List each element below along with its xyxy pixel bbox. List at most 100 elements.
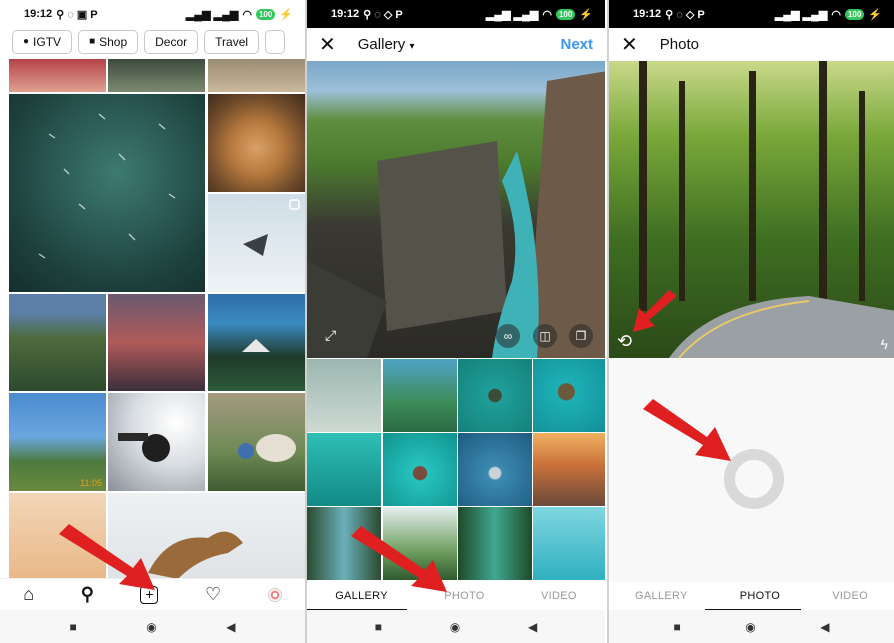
back-button[interactable]: ◀: [820, 620, 829, 634]
charging-icon: ⚡: [279, 8, 293, 21]
switch-camera-icon[interactable]: ⟲: [617, 331, 632, 352]
explore-post[interactable]: [9, 59, 106, 92]
recents-button[interactable]: ■: [375, 620, 382, 634]
home-button[interactable]: ◉: [745, 620, 755, 634]
shutter-button[interactable]: [724, 449, 784, 509]
gallery-header: ✕ Gallery ▾ Next: [307, 28, 605, 61]
explore-post[interactable]: [108, 59, 205, 92]
photo-screen: 19:12 ⚲ ◌ ◇ P ▂▄▆ ▂▄▆ ◠ 100 ⚡ ✕ Photo ⟲ …: [607, 0, 894, 643]
gallery-thumbnail[interactable]: [458, 433, 532, 506]
signal-icon: ▂▄▆ ▂▄▆: [485, 8, 539, 21]
recents-button[interactable]: ■: [674, 620, 681, 634]
explore-post[interactable]: [9, 294, 106, 391]
home-button[interactable]: ◉: [146, 620, 156, 634]
gallery-thumbnail[interactable]: [383, 359, 457, 432]
gallery-dropdown[interactable]: Gallery ▾: [358, 36, 415, 53]
explore-video-post[interactable]: 11:05: [9, 393, 106, 491]
gallery-thumbnail[interactable]: [307, 433, 381, 506]
explore-video-post[interactable]: [9, 94, 205, 292]
camera-viewfinder[interactable]: ⟲ ϟ: [609, 61, 894, 358]
notification-icons: ⚲ ◌ ▣ P: [56, 8, 98, 21]
explore-post[interactable]: [208, 393, 305, 491]
chip-travel[interactable]: Travel: [204, 30, 260, 54]
explore-post[interactable]: [208, 59, 305, 92]
tab-video[interactable]: VIDEO: [541, 590, 577, 602]
explore-post[interactable]: [9, 493, 106, 579]
add-post-icon[interactable]: +: [140, 585, 159, 604]
battery-indicator: 100: [255, 8, 276, 20]
back-button[interactable]: ◀: [226, 620, 235, 634]
gallery-thumbnail[interactable]: [458, 359, 532, 432]
camel-shape: [148, 531, 243, 579]
chip-shop[interactable]: ■ Shop: [78, 30, 139, 54]
charging-icon: ⚡: [868, 8, 882, 21]
snow-object: [243, 199, 300, 256]
close-icon[interactable]: ✕: [319, 32, 336, 57]
selected-photo-preview[interactable]: ⤢ ∞ ◫ ❐: [307, 61, 605, 358]
bottom-navigation: ⌂ ⚲ + ♡: [0, 578, 305, 610]
explore-post[interactable]: [208, 194, 305, 292]
explore-screen: 19:12 ⚲ ◌ ▣ P ▂▄▆ ▂▄▆ ◠ 100 ⚡ ● IGTV ■ Sho…: [0, 0, 305, 643]
explore-post[interactable]: [108, 393, 205, 491]
multi-select-icon[interactable]: ❐: [569, 324, 593, 348]
tab-photo[interactable]: PHOTO: [740, 590, 780, 602]
system-navbar: ■ ◉ ◀: [307, 610, 605, 643]
mountain-shape: [242, 339, 270, 352]
status-time: 19:12: [331, 8, 360, 20]
back-button[interactable]: ◀: [528, 620, 537, 634]
explore-grid: 11:05: [0, 59, 305, 579]
heart-icon[interactable]: ♡: [205, 584, 221, 605]
system-navbar: ■ ◉ ◀: [609, 610, 894, 643]
explore-post[interactable]: [208, 294, 305, 391]
explore-post[interactable]: [108, 294, 205, 391]
recents-button[interactable]: ■: [70, 620, 77, 634]
next-button[interactable]: Next: [560, 36, 593, 53]
explore-post[interactable]: [208, 94, 305, 192]
capture-area: [609, 358, 894, 582]
photo-title: Photo: [659, 36, 699, 53]
gallery-screen: 19:12 ⚲ ◌ ◇ P ▂▄▆ ▂▄▆ ◠ 100 ⚡ ✕ Gallery …: [305, 0, 605, 643]
expand-icon[interactable]: ⤢: [325, 327, 336, 344]
layout-icon[interactable]: ◫: [533, 324, 557, 348]
home-button[interactable]: ◉: [450, 620, 460, 634]
capture-mode-tabs: GALLERY PHOTO VIDEO: [609, 582, 894, 610]
signal-icon: ▂▄▆ ▂▄▆: [185, 8, 239, 21]
close-icon[interactable]: ✕: [621, 32, 638, 57]
wifi-icon: ◠: [542, 8, 552, 21]
tab-gallery[interactable]: GALLERY: [635, 590, 688, 602]
flash-icon[interactable]: ϟ: [881, 336, 888, 352]
forest-illustration: [639, 61, 894, 358]
chip-decor[interactable]: Decor: [144, 30, 199, 54]
battery-indicator: 100: [844, 8, 865, 20]
gallery-thumbnail[interactable]: [533, 359, 605, 432]
notification-icons: ⚲ ◌ ◇ P: [665, 8, 705, 21]
status-bar: 19:12 ⚲ ◌ ◇ P ▂▄▆ ▂▄▆ ◠ 100 ⚡: [609, 0, 894, 28]
chevron-down-icon: ▾: [409, 41, 415, 52]
tab-photo[interactable]: PHOTO: [444, 590, 484, 602]
skydiver-shape: [118, 433, 170, 462]
profile-avatar[interactable]: [267, 587, 282, 602]
gallery-thumbnail[interactable]: [533, 433, 605, 506]
tab-video[interactable]: VIDEO: [832, 590, 868, 602]
wifi-icon: ◠: [242, 8, 252, 21]
explore-post[interactable]: [108, 493, 305, 579]
gallery-thumbnail[interactable]: [458, 507, 532, 580]
notification-icons: ⚲ ◌ ◇ P: [363, 8, 403, 21]
tab-gallery[interactable]: GALLERY: [335, 590, 388, 602]
search-icon[interactable]: ⚲: [81, 584, 94, 605]
video-duration: 11:05: [80, 478, 102, 488]
photo-header: ✕ Photo: [609, 28, 894, 61]
gallery-thumbnail[interactable]: [383, 507, 457, 580]
signal-icon: ▂▄▆ ▂▄▆: [774, 8, 828, 21]
chip-igtv[interactable]: ● IGTV: [12, 30, 73, 54]
system-navbar: ■ ◉ ◀: [0, 610, 305, 643]
bag-icon: ■: [89, 36, 96, 47]
home-icon[interactable]: ⌂: [23, 584, 34, 605]
gallery-thumbnail[interactable]: [307, 359, 381, 432]
gallery-thumbnail[interactable]: [383, 433, 457, 506]
tv-icon: ●: [23, 36, 30, 47]
boomerang-icon[interactable]: ∞: [496, 324, 520, 348]
gallery-thumbnail[interactable]: [533, 507, 605, 580]
chip-more[interactable]: [265, 30, 286, 54]
gallery-thumbnail[interactable]: [307, 507, 381, 580]
